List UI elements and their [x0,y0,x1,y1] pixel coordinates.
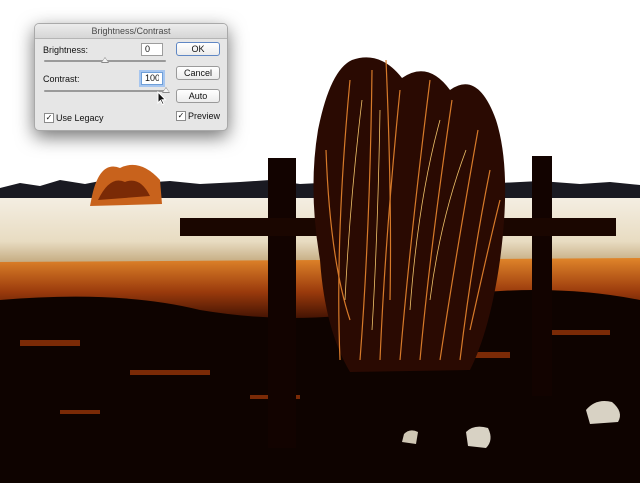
use-legacy-checkbox[interactable]: ✓ [44,113,54,123]
brightness-contrast-dialog: Brightness/Contrast Brightness: Contrast… [34,23,228,131]
brightness-slider-thumb[interactable] [101,57,109,63]
ok-button[interactable]: OK [176,42,220,56]
preview-checkbox[interactable]: ✓ [176,111,186,121]
contrast-slider-track[interactable] [44,90,166,92]
preview-label: Preview [188,111,221,121]
dialog-title: Brightness/Contrast [35,24,227,39]
use-legacy-label: Use Legacy [56,113,104,123]
contrast-input[interactable] [141,72,163,85]
brightness-label: Brightness: [43,45,89,55]
brightness-input[interactable] [141,43,163,56]
auto-button[interactable]: Auto [176,89,220,103]
arrow-cursor-icon [157,91,167,105]
contrast-label: Contrast: [43,74,80,84]
cancel-button[interactable]: Cancel [176,66,220,80]
